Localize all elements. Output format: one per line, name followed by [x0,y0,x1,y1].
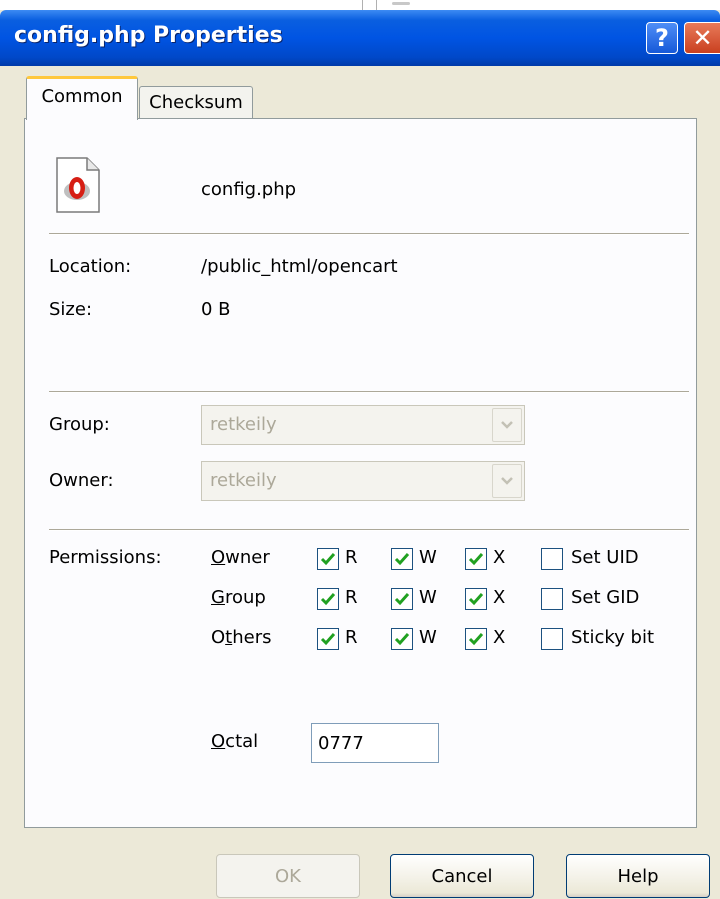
permission-checkbox-label: W [419,547,437,568]
size-label: Size: [49,299,93,320]
file-name: config.php [201,179,297,200]
divider [392,2,410,5]
window-title: config.php Properties [14,23,283,48]
close-icon[interactable]: ✕ [684,22,720,54]
permission-checkbox-group-x[interactable] [465,588,487,610]
permissions-label: Permissions: [49,547,162,568]
tab-checksum[interactable]: Checksum [139,86,253,120]
permission-checkbox-group-w[interactable] [391,588,413,610]
permission-checkbox-label: X [493,547,506,568]
permission-checkbox-label: W [419,627,437,648]
divider [49,233,689,235]
location-value: /public_html/opencart [201,256,398,277]
owner-select-value: retkeily [210,470,277,491]
group-label: Group: [49,414,110,435]
permission-checkbox-owner-w[interactable] [391,548,413,570]
php-file-icon [56,157,100,213]
permission-checkbox-group-r[interactable] [317,588,339,610]
permission-checkbox-others-x[interactable] [465,628,487,650]
special-permission-label: Set UID [571,547,639,568]
chevron-down-icon[interactable] [492,464,522,498]
special-permission-checkbox[interactable] [541,548,563,570]
octal-input[interactable] [311,723,439,763]
permission-checkbox-label: X [493,627,506,648]
special-permission-checkbox[interactable] [541,588,563,610]
help-icon[interactable]: ? [646,22,678,54]
divider [362,0,363,10]
permission-checkbox-owner-x[interactable] [465,548,487,570]
permission-checkbox-others-r[interactable] [317,628,339,650]
special-permission-label: Set GID [571,587,640,608]
permission-row-label: Group [211,587,266,608]
permission-checkbox-label: R [345,547,358,568]
background-strip [0,0,720,10]
size-value: 0 B [201,299,231,320]
chevron-down-icon[interactable] [492,408,522,442]
permission-checkbox-others-w[interactable] [391,628,413,650]
permission-row-label: Others [211,627,272,648]
group-select[interactable]: retkeily [201,405,525,445]
octal-label: Octal [211,731,259,752]
tab-panel-common: config.php Location: /public_html/openca… [24,118,697,828]
permission-checkbox-label: R [345,627,358,648]
divider [49,391,689,393]
properties-dialog: config.php Properties ? ✕ Common Checksu… [0,10,720,899]
permission-checkbox-label: W [419,587,437,608]
group-select-value: retkeily [210,414,277,435]
owner-select[interactable]: retkeily [201,461,525,501]
help-button[interactable]: Help [566,854,710,898]
permission-checkbox-owner-r[interactable] [317,548,339,570]
special-permission-checkbox[interactable] [541,628,563,650]
divider [49,529,689,531]
ok-button[interactable]: OK [216,854,360,898]
location-label: Location: [49,256,132,277]
octal-label-rest: ctal [225,731,259,752]
tab-common[interactable]: Common [26,76,138,120]
permission-checkbox-label: X [493,587,506,608]
title-bar[interactable]: config.php Properties ? ✕ [0,10,720,66]
owner-label: Owner: [49,470,114,491]
cancel-button[interactable]: Cancel [390,854,534,898]
permission-checkbox-label: R [345,587,358,608]
permission-row-label: Owner [211,547,270,568]
divider [376,0,377,10]
special-permission-label: Sticky bit [571,627,655,648]
dialog-client: Common Checksum config.php Location: /pu… [0,66,720,899]
